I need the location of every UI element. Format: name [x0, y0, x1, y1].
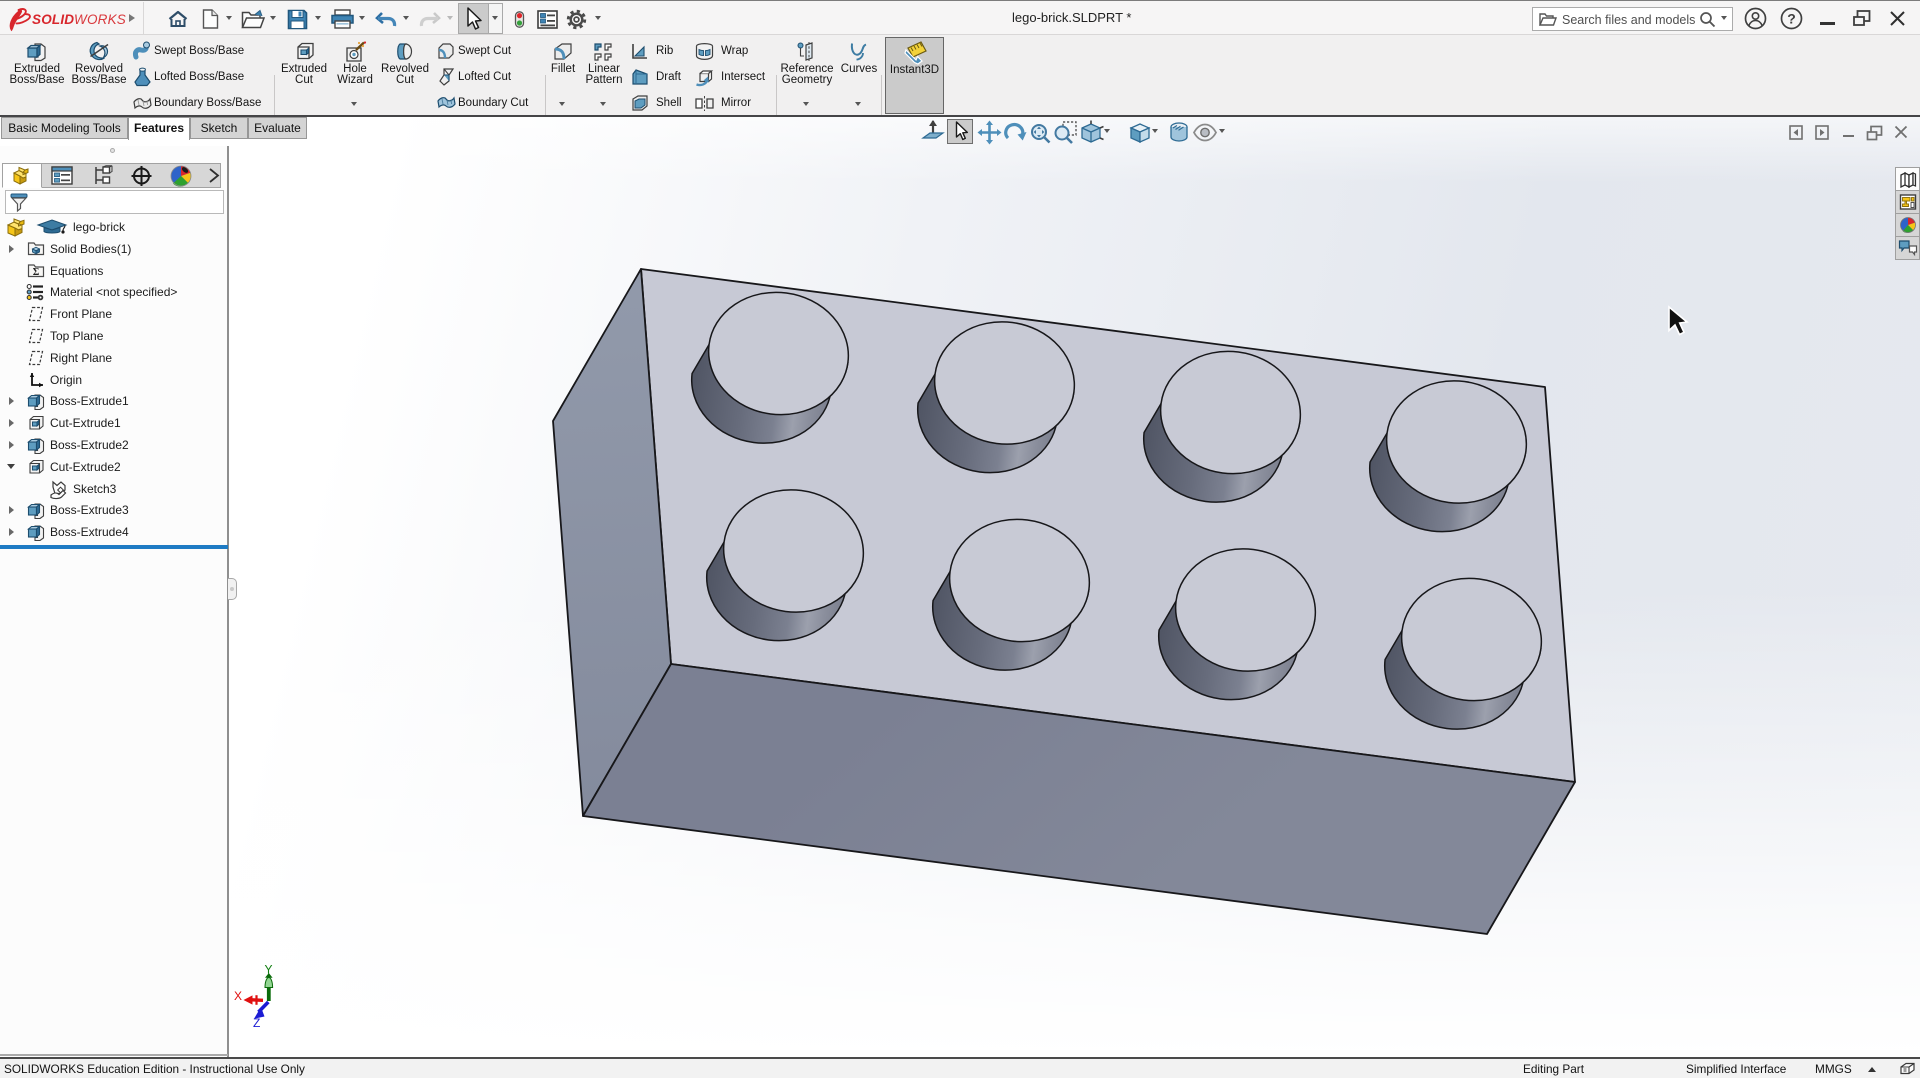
svg-text:X: X — [234, 989, 242, 1003]
svg-text:WORKS: WORKS — [74, 12, 126, 27]
svg-text:SOLID: SOLID — [32, 12, 74, 27]
svg-text:Z: Z — [253, 1016, 260, 1030]
svg-text:?: ? — [1787, 11, 1796, 27]
svg-text:Σ: Σ — [33, 267, 40, 278]
